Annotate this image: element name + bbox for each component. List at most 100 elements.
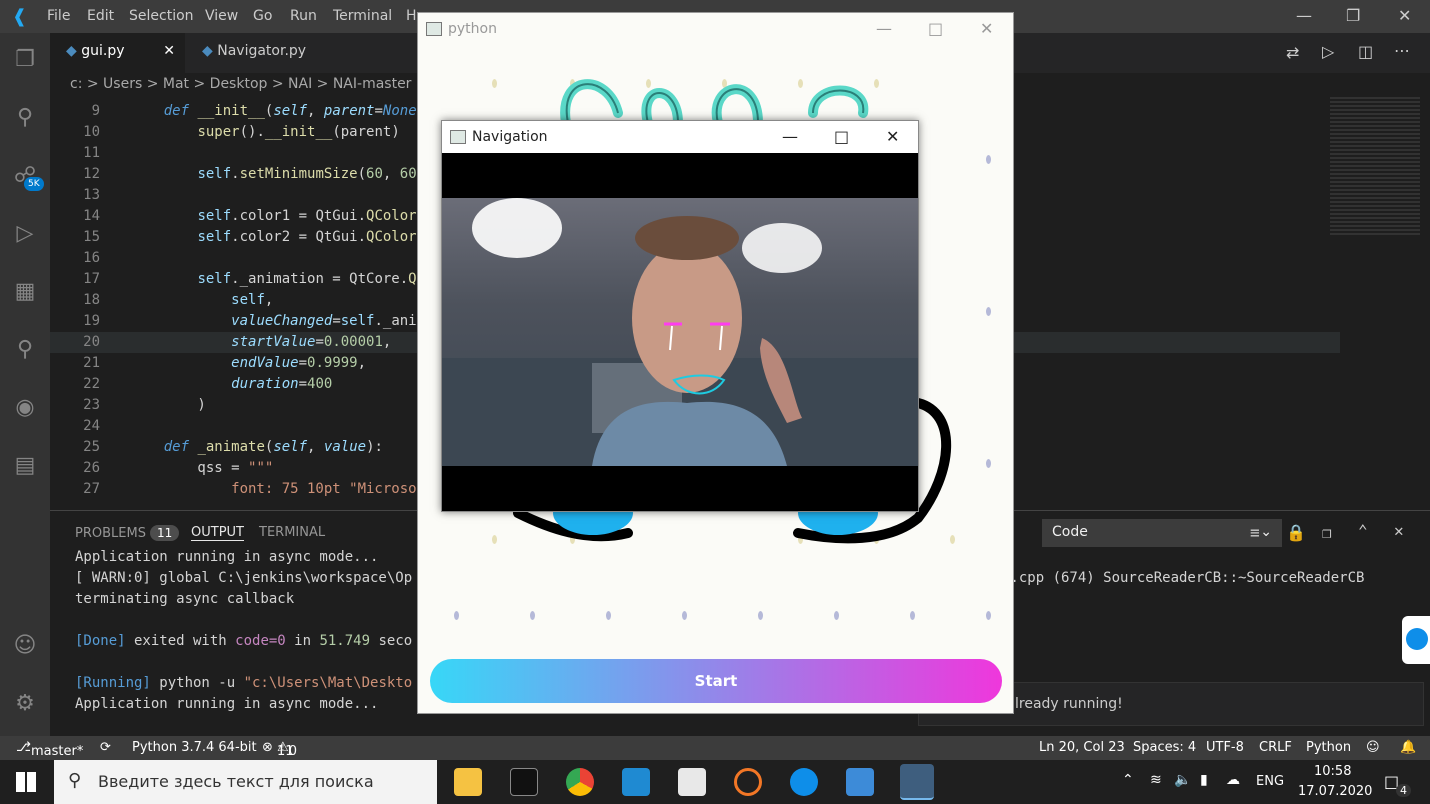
chrome-icon[interactable]	[566, 768, 594, 796]
status-bar: ⎇ master* ⟳ Python 3.7.4 64-bit ⊗ 11 ⚠ 0…	[0, 736, 1430, 760]
menu-item-edit[interactable]: Edit	[87, 8, 114, 24]
explorer-icon[interactable]: ❐	[12, 47, 38, 73]
language-mode[interactable]: Python	[1306, 740, 1351, 755]
feedback-icon[interactable]: ☺	[1366, 740, 1380, 755]
clock-date[interactable]: 17.07.2020	[1298, 784, 1372, 799]
input-language[interactable]: ENG	[1256, 774, 1284, 789]
compare-changes-icon[interactable]: ⇄	[1286, 43, 1299, 62]
open-editor-icon[interactable]: ❐	[1322, 523, 1332, 542]
menu-item-selection[interactable]: Selection	[129, 8, 194, 24]
menu-item-h[interactable]: H	[406, 8, 417, 24]
minimize-icon[interactable]: —	[1296, 6, 1312, 25]
clear-output-icon[interactable]: ≡	[1250, 523, 1260, 542]
menu-item-terminal[interactable]: Terminal	[333, 8, 392, 24]
code-text: self,	[231, 292, 274, 308]
volume-icon[interactable]: 🔈	[1174, 772, 1191, 788]
cursor-position[interactable]: Ln 20, Col 23	[1039, 740, 1125, 755]
jupyter-icon[interactable]	[734, 768, 762, 796]
tab-close-icon[interactable]: ✕	[163, 43, 175, 59]
line-number: 18	[83, 292, 100, 308]
battery-icon[interactable]: ▮	[1200, 772, 1208, 788]
maximize-panel-icon[interactable]: ⌃	[1358, 521, 1368, 540]
notifications-bell-icon[interactable]: 🔔	[1400, 740, 1416, 755]
tab-problems[interactable]: PROBLEMS 11	[75, 525, 180, 541]
teamviewer-icon[interactable]	[790, 768, 818, 796]
tab-navigator-py[interactable]: ◆ Navigator.py	[186, 33, 334, 73]
warning-count: 0	[288, 744, 297, 759]
notepad-icon[interactable]	[678, 768, 706, 796]
onedrive-icon[interactable]: ☁	[1226, 772, 1240, 788]
minimap[interactable]	[1330, 97, 1420, 237]
run-file-icon[interactable]: ▷	[1322, 42, 1334, 61]
line-number: 26	[83, 460, 100, 476]
menu-item-view[interactable]: View	[205, 8, 238, 24]
lock-icon[interactable]: 🔒	[1286, 523, 1306, 542]
tab-output[interactable]: OUTPUT	[191, 525, 244, 541]
line-number: 13	[83, 187, 100, 203]
line-number: 20	[83, 334, 100, 350]
docker-icon[interactable]: ▤	[12, 453, 38, 479]
settings-gear-icon[interactable]: ⚙	[12, 691, 38, 717]
python-interpreter[interactable]: Python 3.7.4 64-bit	[132, 740, 257, 755]
cmd-icon[interactable]	[510, 768, 538, 796]
window-app-icon	[450, 130, 466, 144]
remote-icon[interactable]: ◉	[12, 395, 38, 421]
git-branch[interactable]: ⎇ master*	[16, 740, 83, 759]
problems-status[interactable]: ⊗ 11 ⚠ 0	[262, 740, 297, 759]
minimize-icon[interactable]: —	[782, 127, 798, 146]
code-text: self.color2 = QtGui.QColor	[197, 229, 417, 245]
tab-gui-py[interactable]: ◆ gui.py ✕	[50, 33, 185, 73]
split-editor-icon[interactable]: ◫	[1358, 42, 1373, 61]
code-text: def __init__(self, parent=None	[163, 103, 417, 119]
tab-terminal[interactable]: TERMINAL	[259, 525, 325, 540]
file-explorer-icon[interactable]	[454, 768, 482, 796]
close-icon[interactable]: ✕	[1398, 6, 1411, 25]
code-text: super().__init__(parent)	[197, 124, 400, 140]
line-number: 15	[83, 229, 100, 245]
sync-icon[interactable]: ⟳	[100, 740, 111, 755]
python-file-icon: ◆	[66, 43, 77, 59]
indentation[interactable]: Spaces: 4	[1133, 740, 1196, 755]
wifi-icon[interactable]: ≋	[1150, 772, 1162, 788]
close-icon[interactable]: ✕	[886, 127, 899, 146]
menu-item-go[interactable]: Go	[253, 8, 272, 24]
teamviewer-side-icon[interactable]	[1402, 616, 1430, 664]
more-actions-icon[interactable]: ⋯	[1394, 41, 1410, 60]
line-number: 19	[83, 313, 100, 329]
python-file-icon: ◆	[202, 43, 213, 59]
testing-icon[interactable]: ⚲	[12, 337, 38, 363]
photos-icon[interactable]	[846, 768, 874, 796]
code-text: )	[130, 397, 206, 413]
menu-item-run[interactable]: Run	[290, 8, 317, 24]
vscode-taskbar-icon[interactable]	[622, 768, 650, 796]
line-number: 17	[83, 271, 100, 287]
taskbar-search-input[interactable]: ⚲ Введите здесь текст для поиска	[54, 760, 437, 804]
close-panel-icon[interactable]: ✕	[1394, 521, 1404, 540]
line-ending[interactable]: CRLF	[1259, 740, 1292, 755]
extensions-icon[interactable]: ▦	[12, 279, 38, 305]
encoding[interactable]: UTF-8	[1206, 740, 1244, 755]
line-number: 25	[83, 439, 100, 455]
run-debug-icon[interactable]: ▷	[12, 221, 38, 247]
channel-value: Code	[1052, 524, 1088, 540]
search-icon[interactable]: ⚲	[12, 105, 38, 131]
problems-badge: 11	[149, 525, 180, 541]
output-line: Application running in async mode...	[75, 696, 379, 712]
action-center-badge: 4	[1396, 784, 1411, 797]
start-button[interactable]: Start	[430, 659, 1002, 703]
windows-start-icon[interactable]	[16, 772, 36, 792]
background-dot	[986, 611, 991, 620]
search-icon: ⚲	[68, 770, 82, 791]
clock-time[interactable]: 10:58	[1314, 764, 1351, 779]
camera-feed	[442, 153, 918, 511]
menu-item-file[interactable]: File	[47, 8, 70, 24]
vscode-logo-icon: ❰	[12, 6, 28, 27]
output-channel-select[interactable]: Code ⌄	[1042, 519, 1282, 547]
python-taskbar-icon[interactable]	[900, 764, 934, 800]
tray-chevron-icon[interactable]: ⌃	[1122, 772, 1134, 788]
restore-icon[interactable]: ❐	[1346, 6, 1360, 25]
branch-label: master*	[30, 744, 84, 759]
account-icon[interactable]: ☺	[12, 633, 38, 659]
line-number: 22	[83, 376, 100, 392]
maximize-icon[interactable]: □	[834, 127, 849, 146]
